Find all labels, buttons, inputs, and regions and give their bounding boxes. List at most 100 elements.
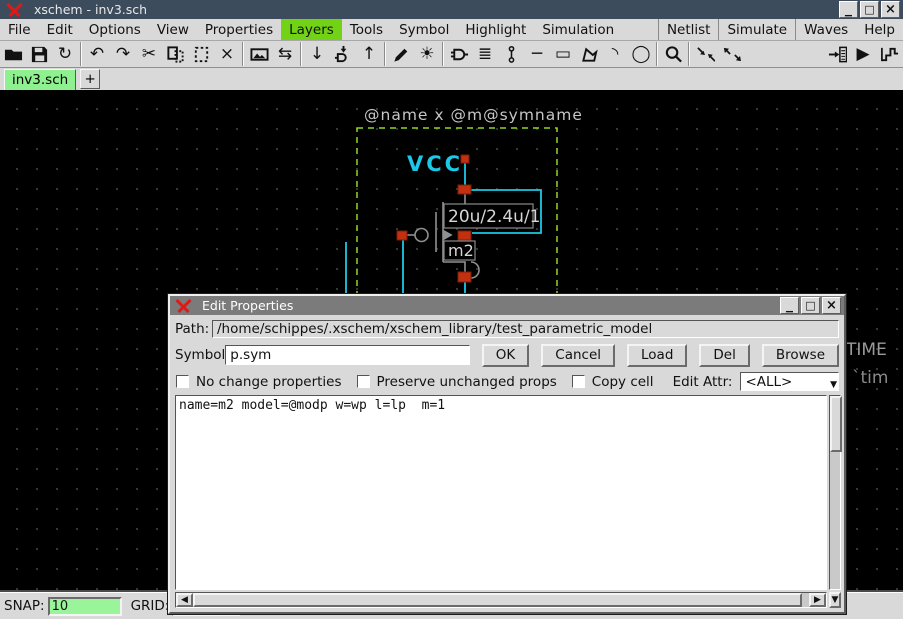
browse-button[interactable]: Browse	[762, 344, 839, 367]
toolbar-undo-button[interactable]: ↶	[84, 42, 110, 67]
menu-item-symbol[interactable]: Symbol	[391, 19, 457, 40]
menu-item-edit[interactable]: Edit	[39, 19, 81, 40]
toolbar-waves-button[interactable]	[876, 42, 902, 67]
toolbar-descend-schematic-button[interactable]: ↓	[304, 42, 330, 67]
vcc-net-label[interactable]: VCC	[407, 152, 463, 176]
toolbar-group: ↓↑	[304, 41, 382, 67]
toolbar-place-component-button[interactable]	[446, 42, 472, 67]
toolbar-toggle-symbol-schematic-button[interactable]: ⇆	[272, 42, 298, 67]
dialog-maximize-button[interactable]: □	[801, 297, 820, 314]
toolbar-group: ≣ ─▭ ◝◯	[446, 41, 654, 67]
path-label: Path:	[175, 321, 212, 337]
menu-item-simulate[interactable]: Simulate	[718, 19, 795, 40]
toolbar-place-polygon-button[interactable]	[576, 42, 602, 67]
menu-item-waves[interactable]: Waves	[795, 19, 856, 40]
menu-item-simulation[interactable]: Simulation	[534, 19, 622, 40]
toolbar-go-back-button[interactable]: ↑	[356, 42, 382, 67]
scroll-left-arrow-icon[interactable]: ◀	[176, 593, 193, 607]
tab-inv3-sch[interactable]: inv3.sch	[4, 69, 76, 91]
scroll-down-arrow-icon[interactable]: ▼	[829, 592, 841, 608]
toolbar-delete-button[interactable]: ×	[214, 42, 240, 67]
cancel-button[interactable]: Cancel	[541, 344, 615, 367]
minimize-button[interactable]: ▁	[839, 1, 858, 18]
toolbar-zoom-out-button[interactable]	[718, 42, 744, 67]
toolbar-place-circle-button[interactable]: ◯	[628, 42, 654, 67]
mos-name-text[interactable]: m2	[448, 241, 474, 260]
toolbar-place-rect-button[interactable]: ▭	[550, 42, 576, 67]
toolbar-edit-pen-button[interactable]	[388, 42, 414, 67]
edit-attr-label: Edit Attr:	[673, 374, 733, 390]
pin-gate[interactable]	[397, 231, 407, 240]
toggle-symbol-schematic-icon: ⇆	[278, 46, 292, 63]
dialog-titlebar[interactable]: Edit Properties ▁□×	[170, 296, 844, 315]
toolbar-copy-button[interactable]	[162, 42, 188, 67]
toolbar-place-pin-button[interactable]	[498, 42, 524, 67]
load-button[interactable]: Load	[627, 344, 687, 367]
menu-item-file[interactable]: File	[0, 19, 39, 40]
copy-cell-checkbox[interactable]	[572, 375, 585, 388]
pin-drain[interactable]	[458, 231, 471, 240]
edit-properties-dialog: Edit Properties ▁□× Path: /home/schippes…	[168, 294, 846, 614]
edit-pen-icon	[392, 45, 411, 64]
toolbar-place-arc-button[interactable]: ◝	[602, 42, 628, 67]
del-button[interactable]: Del	[699, 344, 749, 367]
horizontal-scrollbar-thumb[interactable]	[193, 593, 802, 607]
maximize-button[interactable]: □	[860, 1, 879, 18]
edit-attr-dropdown[interactable]: <ALL> ▼	[740, 372, 839, 391]
menu-item-help[interactable]: Help	[856, 19, 903, 40]
vertical-scrollbar-thumb[interactable]	[830, 396, 842, 452]
toolbar-place-wire-button[interactable]: ─	[524, 42, 550, 67]
menu-item-options[interactable]: Options	[81, 19, 149, 40]
toolbar-place-net-label-button[interactable]: ≣	[472, 42, 498, 67]
toolbar-netlist-button[interactable]	[824, 42, 850, 67]
menu-item-view[interactable]: View	[149, 19, 197, 40]
toolbar-toggle-light-dark-button[interactable]: ☀	[414, 42, 440, 67]
toolbar-paste-button[interactable]	[188, 42, 214, 67]
horizontal-scrollbar[interactable]: ◀ ▶	[175, 592, 827, 608]
toolbar-place-symbol-button[interactable]	[246, 42, 272, 67]
toolbar-cut-button[interactable]: ✂	[136, 42, 162, 67]
toolbar-zoom-box-button[interactable]	[660, 42, 686, 67]
new-tab-button[interactable]: +	[80, 69, 100, 89]
dialog-title: Edit Properties	[202, 298, 293, 313]
toolbar-zoom-in-button[interactable]	[692, 42, 718, 67]
toolbar-save-file-button[interactable]	[26, 42, 52, 67]
menu-item-highlight[interactable]: Highlight	[457, 19, 534, 40]
toolbar-redo-button[interactable]: ↷	[110, 42, 136, 67]
toolbar-separator	[242, 42, 244, 66]
pin-bottom[interactable]	[458, 272, 471, 282]
pin-source[interactable]	[458, 185, 471, 194]
close-button[interactable]: ×	[881, 1, 900, 18]
mos-size-text[interactable]: 20u/2.4u/1	[448, 207, 541, 227]
snap-field[interactable]: 10	[48, 597, 122, 616]
properties-textarea[interactable]: name=m2 model=@modp w=wp l=lp m=1	[175, 395, 827, 590]
symbol-input[interactable]: p.sym	[225, 345, 469, 365]
zoom-out-icon	[722, 45, 741, 64]
scroll-right-arrow-icon[interactable]: ▶	[809, 593, 826, 607]
toolbar-descend-symbol-button[interactable]	[330, 42, 356, 67]
preserve-unchanged-props-checkbox[interactable]	[357, 375, 370, 388]
window-titlebar[interactable]: xschem - inv3.sch ▁□×	[0, 0, 903, 19]
toolbar-simulate-button[interactable]: ▶	[850, 42, 876, 67]
copy-icon	[166, 45, 185, 64]
toolbar-group	[692, 41, 744, 67]
menu-item-properties[interactable]: Properties	[197, 19, 281, 40]
menu-item-netlist[interactable]: Netlist	[658, 19, 719, 40]
dialog-minimize-button[interactable]: ▁	[780, 297, 799, 314]
ok-button[interactable]: OK	[482, 344, 529, 367]
toolbar-reload-button[interactable]: ↻	[52, 42, 78, 67]
drain-arrow	[444, 231, 451, 239]
symbol-format-text[interactable]: @name x @m@symname	[364, 106, 583, 124]
symbol-label: Symbol	[175, 347, 225, 363]
dialog-close-button[interactable]: ×	[822, 297, 841, 314]
menu-item-layers[interactable]: Layers	[281, 19, 342, 40]
menu-right: NetlistSimulateWavesHelp	[658, 19, 903, 40]
toolbar-separator	[442, 42, 444, 66]
chevron-down-icon[interactable]: ▼	[829, 381, 838, 390]
pin-vcc-top[interactable]	[461, 155, 469, 163]
menu-item-tools[interactable]: Tools	[342, 19, 391, 40]
vertical-scrollbar[interactable]	[829, 395, 841, 590]
toolbar-open-file-button[interactable]	[0, 42, 26, 67]
no-change-properties-checkbox[interactable]	[176, 375, 189, 388]
place-symbol-icon	[250, 45, 269, 64]
